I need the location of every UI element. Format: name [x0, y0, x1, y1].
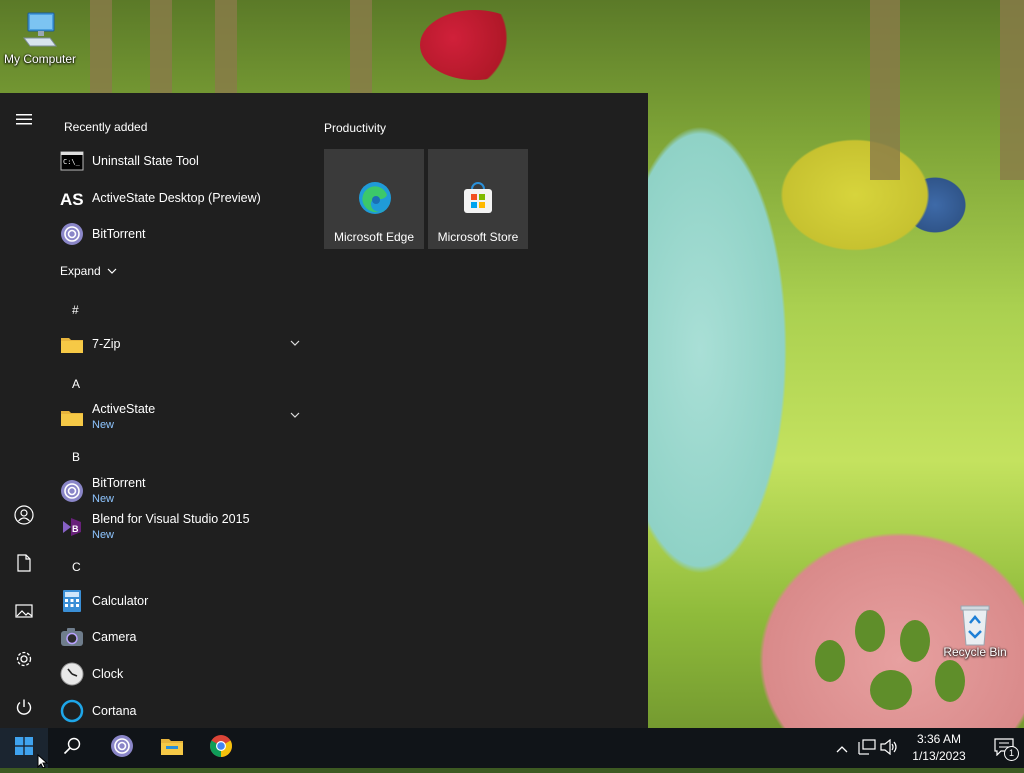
tiles-group-title[interactable]: Productivity	[324, 121, 386, 135]
app-name: BitTorrent	[92, 476, 146, 490]
store-icon	[462, 181, 494, 220]
pictures-icon	[15, 603, 33, 623]
recently-added-heading: Recently added	[64, 120, 148, 134]
clock-date: 1/13/2023	[912, 749, 966, 763]
app-list: Recently added C:\_ Uninstall State Tool…	[48, 93, 308, 728]
taskbar: 3:36 AM 1/13/2023 1	[0, 728, 1024, 768]
app-name: Camera	[92, 630, 137, 644]
svg-text:B: B	[72, 524, 79, 534]
app-name: ActiveState Desktop (Preview)	[92, 191, 261, 205]
action-center-button[interactable]: 1	[994, 738, 1019, 761]
letter-header-c[interactable]: C	[72, 560, 81, 574]
svg-text:AS: AS	[60, 190, 84, 208]
chevron-down-icon	[107, 262, 117, 280]
taskbar-chrome[interactable]	[197, 728, 245, 768]
app-calculator[interactable]: Calculator	[60, 583, 304, 619]
chevron-down-icon[interactable]	[290, 408, 300, 422]
letter-header-hash[interactable]: #	[72, 303, 79, 317]
volume-icon[interactable]	[880, 738, 898, 760]
power-icon	[15, 698, 33, 721]
computer-icon	[20, 10, 60, 50]
taskbar-file-explorer[interactable]	[148, 728, 196, 768]
clock-time: 3:36 AM	[916, 732, 962, 746]
camera-icon	[60, 625, 84, 649]
app-name: Clock	[92, 667, 124, 681]
new-badge: New	[92, 493, 115, 505]
chevron-down-icon[interactable]	[290, 336, 300, 350]
tile-microsoft-store[interactable]: Microsoft Store	[428, 149, 528, 249]
documents-icon	[17, 553, 31, 577]
search-icon	[63, 737, 81, 760]
calculator-icon	[60, 589, 84, 613]
clock-icon	[60, 662, 84, 686]
desktop-icon-label: My Computer	[3, 52, 77, 66]
chrome-icon	[209, 734, 233, 763]
folder-icon	[60, 405, 84, 429]
hamburger-icon	[16, 112, 32, 130]
recent-app-uninstall-state-tool[interactable]: C:\_ Uninstall State Tool	[60, 143, 304, 179]
desktop-icon-my-computer[interactable]: My Computer	[0, 10, 80, 66]
app-name: Uninstall State Tool	[92, 154, 199, 168]
app-name: Calculator	[92, 594, 149, 608]
documents-button[interactable]	[0, 541, 48, 589]
app-name: 7-Zip	[92, 337, 121, 351]
app-name: ActiveState	[92, 402, 156, 416]
app-7zip-folder[interactable]: 7-Zip	[60, 326, 304, 362]
tile-label: Microsoft Edge	[333, 230, 415, 244]
settings-button[interactable]	[0, 637, 48, 685]
bittorrent-icon	[60, 479, 84, 503]
app-camera[interactable]: Camera	[60, 619, 304, 655]
hamburger-menu-button[interactable]	[0, 97, 48, 145]
desktop-icon-label: Recycle Bin	[943, 645, 1007, 659]
activestate-icon: AS	[60, 186, 84, 210]
power-button[interactable]	[0, 685, 48, 733]
gear-icon	[15, 650, 33, 673]
letter-header-b[interactable]: B	[72, 450, 80, 464]
expand-button[interactable]: Expand	[60, 253, 150, 289]
windows-logo-icon	[15, 736, 33, 760]
app-cortana[interactable]: Cortana	[60, 693, 304, 728]
recycle-bin-icon	[955, 603, 995, 646]
cortana-icon	[60, 699, 84, 723]
svg-text:C:\_: C:\_	[63, 158, 81, 166]
taskbar-bittorrent[interactable]	[98, 728, 146, 768]
start-menu: Recently added C:\_ Uninstall State Tool…	[0, 93, 648, 728]
user-icon	[14, 504, 34, 530]
network-icon[interactable]	[858, 739, 876, 760]
app-activestate-folder[interactable]: ActiveState New	[60, 398, 304, 436]
app-blend-visual-studio[interactable]: B Blend for Visual Studio 2015 New	[60, 508, 304, 546]
user-account-button[interactable]	[0, 493, 48, 541]
edge-icon	[358, 181, 392, 220]
folder-icon	[60, 332, 84, 356]
chevron-up-icon[interactable]	[836, 740, 848, 758]
tile-label: Microsoft Store	[437, 230, 519, 244]
expand-label: Expand	[60, 264, 101, 278]
notification-count-badge: 1	[1004, 746, 1019, 761]
start-rail	[0, 93, 48, 728]
bittorrent-icon	[60, 222, 84, 246]
app-bittorrent[interactable]: BitTorrent New	[60, 472, 304, 510]
visual-studio-blend-icon: B	[60, 515, 84, 539]
file-explorer-icon	[160, 736, 184, 761]
taskbar-clock[interactable]: 3:36 AM 1/13/2023	[904, 731, 974, 765]
app-name: Blend for Visual Studio 2015	[92, 512, 250, 526]
app-clock[interactable]: Clock	[60, 656, 304, 692]
mouse-cursor-icon	[37, 753, 49, 773]
recent-app-bittorrent[interactable]: BitTorrent	[60, 216, 304, 252]
letter-header-a[interactable]: A	[72, 377, 80, 391]
tile-microsoft-edge[interactable]: Microsoft Edge	[324, 149, 424, 249]
recent-app-activestate-desktop[interactable]: AS ActiveState Desktop (Preview)	[60, 180, 304, 216]
app-name: Cortana	[92, 704, 137, 718]
terminal-icon: C:\_	[60, 149, 84, 173]
bittorrent-icon	[110, 734, 134, 763]
search-button[interactable]	[48, 728, 96, 768]
system-tray: 3:36 AM 1/13/2023 1	[824, 728, 1024, 768]
desktop-icon-recycle-bin[interactable]: Recycle Bin	[935, 603, 1015, 659]
app-name: BitTorrent	[92, 227, 146, 241]
pictures-button[interactable]	[0, 589, 48, 637]
new-badge: New	[92, 419, 115, 431]
new-badge: New	[92, 529, 115, 541]
